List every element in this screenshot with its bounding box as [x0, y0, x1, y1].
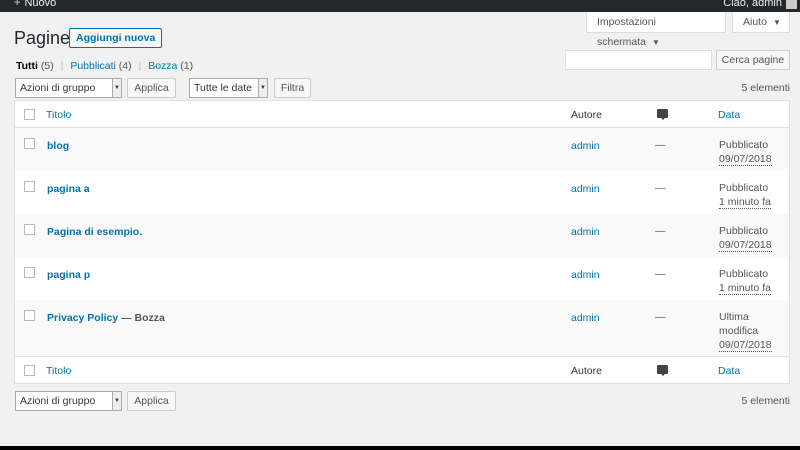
chevron-down-icon: ▼	[772, 18, 781, 27]
table-row: pagina p admin — Pubblicato 1 minuto fa	[15, 257, 789, 300]
table-row: Pagina di esempio. admin — Pubblicato 09/…	[15, 214, 789, 257]
row-author[interactable]: admin	[571, 269, 600, 281]
chevron-down-icon: ▼	[112, 79, 121, 97]
select-all-checkbox[interactable]	[24, 109, 35, 120]
filter-all[interactable]: Tutti (5)	[16, 60, 54, 72]
row-date: Pubblicato 1 minuto fa	[719, 268, 771, 295]
row-date: Pubblicato 09/07/2018	[719, 139, 772, 166]
row-checkbox[interactable]	[24, 181, 35, 192]
row-checkbox[interactable]	[24, 138, 35, 149]
row-title[interactable]: pagina a	[47, 183, 90, 195]
row-author[interactable]: admin	[571, 312, 600, 324]
row-title[interactable]: blog	[47, 140, 69, 152]
row-comments: —	[655, 225, 666, 237]
new-label: Nuovo	[24, 0, 57, 9]
column-author: Autore	[571, 365, 602, 377]
new-menu[interactable]: + Nuovo	[14, 0, 56, 9]
status-filters: Tutti (5) | Pubblicati (4) | Bozza (1)	[16, 60, 193, 72]
row-author[interactable]: admin	[571, 140, 600, 152]
table-footer: Titolo Autore Data	[15, 356, 789, 383]
filter-draft[interactable]: Bozza (1)	[148, 60, 193, 72]
pages-table: Titolo Autore Data blog admin — Pubblica…	[14, 100, 790, 384]
bulk-actions-select-top[interactable]: Azioni di gruppo ▼	[15, 78, 122, 98]
filter-separator: |	[60, 60, 64, 72]
row-title[interactable]: pagina p	[47, 269, 90, 281]
plus-icon: +	[14, 0, 21, 9]
filter-published[interactable]: Pubblicati (4)	[70, 60, 131, 72]
row-comments: —	[655, 311, 666, 323]
filter-separator: |	[138, 60, 142, 72]
user-greeting[interactable]: Ciao, admin	[723, 0, 782, 9]
row-date: Pubblicato 1 minuto fa	[719, 182, 771, 209]
column-date[interactable]: Data	[718, 109, 740, 121]
bulk-actions-selected: Azioni di gruppo	[20, 395, 96, 407]
items-count-bottom: 5 elementi	[741, 395, 790, 407]
apply-button-bottom[interactable]: Applica	[127, 391, 176, 411]
column-title[interactable]: Titolo	[46, 109, 71, 121]
comment-icon[interactable]	[657, 365, 668, 376]
column-title[interactable]: Titolo	[46, 365, 71, 377]
help-button[interactable]: Aiuto ▼	[732, 12, 790, 33]
column-author: Autore	[571, 109, 602, 121]
avatar[interactable]	[786, 0, 797, 9]
search-button[interactable]: Cerca pagine	[716, 50, 790, 70]
row-title[interactable]: Privacy Policy — Bozza	[47, 312, 165, 324]
chevron-down-icon: ▼	[112, 392, 121, 410]
screen-options-button[interactable]: Impostazioni schermata ▼	[586, 12, 726, 48]
help-label: Aiuto	[743, 16, 767, 28]
date-filter-selected: Tutte le date	[194, 82, 252, 94]
table-row: pagina a admin — Pubblicato 1 minuto fa	[15, 171, 789, 214]
row-comments: —	[655, 182, 666, 194]
row-checkbox[interactable]	[24, 310, 35, 321]
row-author[interactable]: admin	[571, 183, 600, 195]
bulk-actions-select-bottom[interactable]: Azioni di gruppo ▼	[15, 391, 122, 411]
row-checkbox[interactable]	[24, 224, 35, 235]
row-author[interactable]: admin	[571, 226, 600, 238]
apply-button-top[interactable]: Applica	[127, 78, 176, 98]
row-checkbox[interactable]	[24, 267, 35, 278]
row-date: Pubblicato 09/07/2018	[719, 225, 772, 252]
comment-icon[interactable]	[657, 109, 668, 120]
screen-options-label: Impostazioni schermata	[597, 16, 656, 48]
table-row: Privacy Policy — Bozza admin — Ultima mod…	[15, 300, 789, 356]
page-title: Pagine	[14, 28, 71, 48]
row-title[interactable]: Pagina di esempio.	[47, 226, 142, 238]
chevron-down-icon: ▼	[258, 79, 267, 97]
filter-button[interactable]: Filtra	[274, 78, 311, 98]
row-comments: —	[655, 268, 666, 280]
row-date: Ultima modifica 09/07/2018	[719, 311, 772, 352]
items-count-top: 5 elementi	[741, 82, 790, 94]
add-new-button[interactable]: Aggiungi nuova	[69, 28, 163, 48]
row-comments: —	[655, 139, 666, 151]
admin-bar: + Nuovo Ciao, admin	[0, 0, 800, 12]
table-header: Titolo Autore Data	[15, 101, 789, 128]
date-filter-select[interactable]: Tutte le date ▼	[189, 78, 268, 98]
chevron-down-icon: ▼	[652, 38, 660, 47]
table-row: blog admin — Pubblicato 09/07/2018	[15, 128, 789, 171]
bulk-actions-selected: Azioni di gruppo	[20, 82, 96, 94]
select-all-checkbox[interactable]	[24, 365, 35, 376]
search-input[interactable]	[565, 50, 712, 70]
column-date[interactable]: Data	[718, 365, 740, 377]
bottom-strip	[0, 446, 800, 450]
